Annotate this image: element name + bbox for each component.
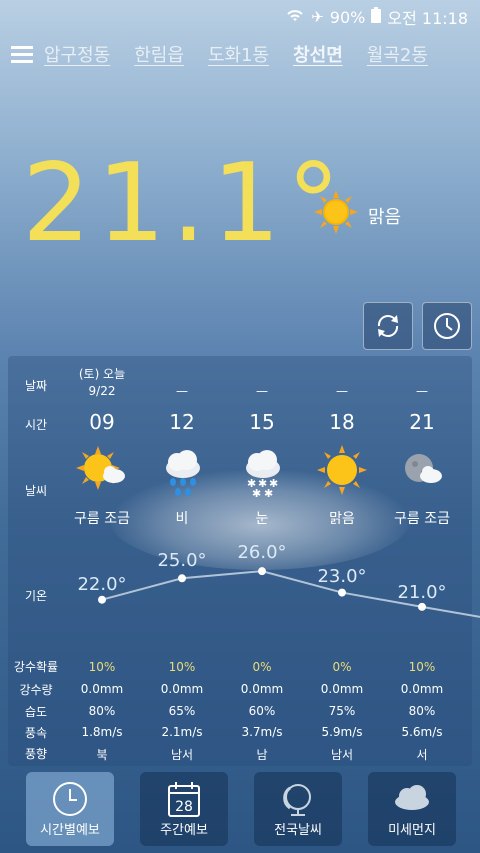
forecast-date: — — [176, 384, 188, 398]
menu-icon[interactable] — [0, 34, 44, 74]
forecast-wind-dir: 북 — [96, 748, 108, 762]
forecast-humidity: 75% — [328, 704, 356, 718]
battery-icon — [371, 7, 382, 27]
cloud-icon — [392, 780, 432, 816]
row-label-time: 시간 — [24, 418, 48, 432]
row-label-rain: 강수량 — [19, 683, 53, 697]
tab-location[interactable]: 압구정동 — [44, 41, 110, 67]
tab-location-active[interactable]: 창선면 — [293, 41, 343, 67]
forecast-humidity: 80% — [408, 704, 436, 718]
forecast-wind-speed: 5.6m/s — [401, 725, 443, 739]
forecast-wind-speed: 5.9m/s — [321, 725, 363, 739]
forecast-hour: 09 — [89, 410, 115, 434]
forecast-condition: 비 — [175, 511, 189, 527]
forecast-date: (토) 오늘 9/22 — [78, 367, 126, 398]
nav-weekly-button[interactable]: 28 주간예보 — [140, 772, 228, 846]
forecast-wind-dir: 남 — [256, 748, 268, 762]
wifi-icon — [285, 7, 305, 27]
forecast-condition: 구름 조금 — [74, 511, 130, 527]
forecast-wind-speed: 2.1m/s — [161, 725, 203, 739]
forecast-wind-dir: 서 — [416, 748, 428, 762]
temperature-point — [418, 602, 426, 611]
row-label-wind-speed: 풍속 — [24, 726, 48, 740]
globe-icon — [279, 780, 317, 822]
svg-text:✱: ✱ — [252, 487, 261, 498]
forecast-pop: 10% — [168, 660, 196, 674]
forecast-wind-dir: 남서 — [330, 748, 354, 762]
time-button[interactable] — [422, 302, 472, 350]
temperature-point — [258, 567, 266, 576]
forecast-rain: 0.0mm — [80, 682, 124, 696]
forecast-pop: 0% — [252, 660, 272, 674]
sun-icon — [302, 444, 382, 498]
svg-text:28: 28 — [175, 799, 193, 815]
forecast-pop: 0% — [332, 660, 352, 674]
forecast-hour: 18 — [329, 410, 355, 434]
rain-icon — [142, 444, 222, 498]
row-label-pop: 강수확률 — [13, 660, 59, 674]
current-temperature: 21.1° — [22, 141, 347, 266]
forecast-date: — — [416, 384, 428, 398]
forecast-date: — — [336, 384, 348, 398]
forecast-hour: 12 — [169, 410, 195, 434]
row-label-wind-dir: 풍향 — [24, 747, 48, 761]
forecast-condition: 맑음 — [329, 511, 355, 527]
nav-national-button[interactable]: 전국날씨 — [254, 772, 342, 846]
battery-percent: 90% — [329, 7, 366, 27]
location-tabs-bar: 압구정동 한림읍 도화1동 창선면 월곡2동 — [0, 34, 480, 74]
temperature-point — [338, 588, 346, 597]
forecast-humidity: 65% — [168, 704, 196, 718]
current-condition: 맑음 — [368, 207, 402, 228]
temperature-point — [178, 574, 186, 583]
tab-location[interactable]: 한림읍 — [134, 41, 184, 67]
tab-location[interactable]: 도화1동 — [208, 41, 269, 67]
row-label-weather: 날씨 — [24, 484, 48, 498]
forecast-condition: 구름 조금 — [394, 511, 450, 527]
status-bar: ✈ 90% 오전 11:18 — [0, 0, 480, 34]
location-tabs: 압구정동 한림읍 도화1동 창선면 월곡2동 — [44, 41, 428, 67]
temperature-point — [98, 595, 106, 604]
forecast-wind-speed: 1.8m/s — [81, 725, 123, 739]
temperature-line-chart — [98, 567, 480, 618]
forecast-condition: 눈 — [255, 511, 269, 527]
airplane-icon: ✈ — [311, 8, 324, 26]
forecast-humidity: 60% — [248, 704, 276, 718]
nav-dust-button[interactable]: 미세먼지 — [368, 772, 456, 846]
row-label-humidity: 습도 — [24, 705, 48, 719]
forecast-wind-dir: 남서 — [170, 748, 194, 762]
forecast-rain: 0.0mm — [240, 682, 284, 696]
nav-dust-label: 미세먼지 — [388, 823, 436, 838]
tab-location[interactable]: 월곡2동 — [367, 41, 428, 67]
forecast-pop: 10% — [408, 660, 436, 674]
forecast-humidity: 80% — [88, 704, 116, 718]
sun-icon — [314, 190, 358, 234]
forecast-rain: 0.0mm — [160, 682, 204, 696]
clock-time: 오전 11:18 — [387, 9, 468, 28]
forecast-pop: 10% — [88, 660, 116, 674]
calendar-icon: 28 — [166, 780, 202, 822]
partly-cloudy-icon — [62, 444, 142, 498]
forecast-date: — — [256, 384, 268, 398]
moon-cloud-icon — [382, 444, 462, 498]
forecast-rain: 0.0mm — [320, 682, 364, 696]
nav-hourly-button[interactable]: 시간별예보 — [26, 772, 114, 846]
refresh-button[interactable] — [363, 302, 413, 350]
bottom-navigation: 시간별예보 28 주간예보 전국날씨 미세먼지 — [0, 772, 480, 853]
svg-text:✱: ✱ — [264, 487, 273, 498]
clock-icon — [51, 780, 89, 822]
forecast-wind-speed: 3.7m/s — [241, 725, 283, 739]
forecast-hour: 21 — [409, 410, 435, 434]
forecast-hour: 15 — [249, 410, 275, 434]
snow-icon: ✱ ✱ ✱ ✱ ✱ — [222, 444, 302, 500]
forecast-rain: 0.0mm — [400, 682, 444, 696]
clock-icon — [434, 313, 460, 339]
row-label-date: 날짜 — [24, 379, 48, 393]
refresh-icon — [377, 315, 399, 337]
